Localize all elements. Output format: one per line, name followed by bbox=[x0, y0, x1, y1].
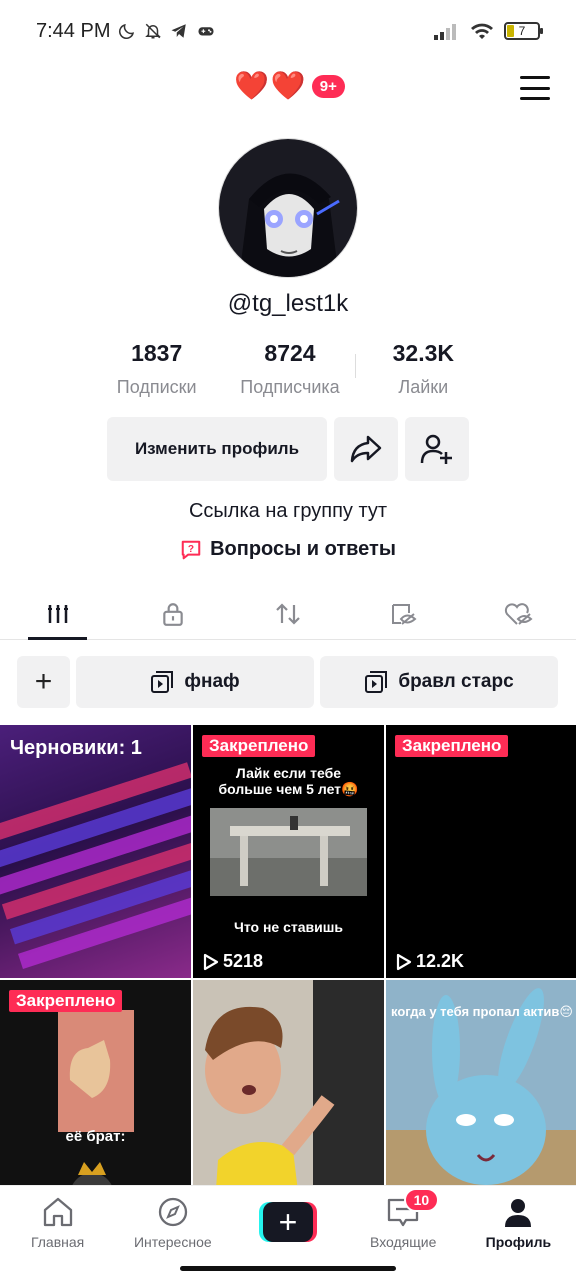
playlist-chip[interactable]: бравл старс bbox=[320, 656, 558, 708]
add-friend-button[interactable] bbox=[405, 417, 469, 481]
status-time: 7:44 PM bbox=[36, 19, 111, 42]
tab-liked[interactable] bbox=[461, 588, 576, 639]
view-count-value: 5218 bbox=[223, 951, 264, 971]
battery-icon: 7 bbox=[504, 22, 543, 40]
playlists-row: + фнаф бравл старс bbox=[17, 656, 558, 708]
home-indicator bbox=[180, 1266, 396, 1271]
playlist-icon bbox=[365, 671, 388, 693]
svg-text:?: ? bbox=[188, 543, 194, 554]
stat-likes[interactable]: 32.3K Лайки bbox=[357, 340, 490, 398]
tab-videos[interactable] bbox=[0, 588, 115, 640]
playlist-label: бравл старс bbox=[398, 671, 514, 692]
video-thumbnail bbox=[210, 808, 367, 896]
repost-icon bbox=[276, 602, 300, 625]
home-icon bbox=[43, 1197, 72, 1227]
qa-label: Вопросы и ответы bbox=[210, 538, 396, 560]
nav-home[interactable]: Главная bbox=[0, 1186, 115, 1280]
video-caption: когда у тебя пропал актив😔 bbox=[391, 1004, 573, 1019]
hearts-badge: 9+ bbox=[311, 74, 345, 98]
mute-bell-icon bbox=[145, 23, 162, 39]
username: @tg_lest1k bbox=[227, 290, 349, 317]
avatar[interactable] bbox=[218, 138, 358, 278]
video-tile[interactable]: Закреплено Лайк если тебе больше чем 5 л… bbox=[193, 725, 384, 978]
playlist-icon bbox=[151, 671, 174, 693]
view-count: 5218 bbox=[203, 951, 263, 972]
stat-followers[interactable]: 8724 Подписчика bbox=[223, 340, 356, 398]
create-button[interactable]: + bbox=[259, 1202, 317, 1242]
profile-header: ❤️ ❤️ 9+ bbox=[0, 62, 576, 114]
tab-hidden[interactable] bbox=[346, 588, 461, 639]
nav-discover-label: Интересное bbox=[133, 1234, 212, 1250]
status-bar: 7:44 PM 7 bbox=[0, 0, 576, 62]
view-count-value: 12.2K bbox=[416, 951, 465, 971]
playlist-label: фнаф bbox=[184, 671, 240, 692]
pinned-badge: Закреплено bbox=[395, 735, 509, 757]
moon-icon bbox=[119, 23, 135, 39]
video-caption: Лайк если тебе больше чем 5 лет🤬 bbox=[218, 765, 359, 797]
videos-grid-icon bbox=[47, 604, 68, 623]
profile-actions: Изменить профиль bbox=[107, 417, 469, 481]
stat-followers-label: Подписчика bbox=[240, 377, 340, 397]
tab-reposts[interactable] bbox=[230, 588, 345, 639]
stat-following[interactable]: 1837 Подписки bbox=[90, 340, 223, 398]
add-playlist-button[interactable]: + bbox=[17, 656, 70, 708]
bio-text: Ссылка на группу тут bbox=[188, 500, 388, 522]
stat-following-label: Подписки bbox=[116, 377, 197, 397]
stat-following-count: 1837 bbox=[131, 340, 183, 366]
telegram-icon bbox=[171, 24, 187, 38]
nav-profile-label: Профиль bbox=[485, 1234, 552, 1250]
stat-followers-count: 8724 bbox=[264, 340, 316, 366]
profile-icon bbox=[505, 1199, 532, 1227]
drafts-tile[interactable]: Черновики: 1 bbox=[0, 725, 191, 978]
signal-icon bbox=[434, 24, 456, 40]
share-arrow-icon bbox=[350, 435, 382, 463]
pinned-badge: Закреплено bbox=[202, 735, 316, 757]
nav-profile[interactable]: Профиль bbox=[461, 1186, 576, 1280]
inbox-badge: 10 bbox=[403, 1188, 440, 1212]
nav-home-label: Главная bbox=[30, 1234, 85, 1250]
drafts-label: Черновики: 1 bbox=[10, 737, 142, 759]
video-caption-bottom: Что не ставишь bbox=[234, 919, 343, 935]
video-grid: Черновики: 1 Закреплено Лайк если тебе б… bbox=[0, 725, 576, 1233]
stat-divider bbox=[355, 354, 356, 378]
share-profile-button[interactable] bbox=[334, 417, 398, 481]
video-tile[interactable]: Закреплено 12.2K bbox=[386, 725, 576, 978]
profile-tabs bbox=[0, 588, 576, 640]
question-bubble-icon: ? bbox=[181, 540, 201, 559]
view-count: 12.2K bbox=[396, 951, 464, 972]
play-icon bbox=[396, 953, 412, 970]
gamepad-icon bbox=[198, 27, 214, 36]
menu-icon[interactable] bbox=[520, 76, 550, 100]
heart-icon: ❤️ bbox=[234, 70, 269, 101]
stat-likes-count: 32.3K bbox=[392, 340, 454, 366]
play-icon bbox=[203, 953, 219, 970]
lock-icon bbox=[163, 602, 183, 626]
tab-private[interactable] bbox=[115, 588, 230, 639]
playlist-chip[interactable]: фнаф bbox=[76, 656, 314, 708]
wifi-icon bbox=[471, 23, 493, 39]
drafts-thumbnail bbox=[0, 762, 191, 970]
add-user-icon bbox=[420, 434, 452, 464]
profile-stats: 1837 Подписки 8724 Подписчика 32.3K Лайк… bbox=[90, 340, 490, 398]
video-caption: её брат: bbox=[65, 1128, 126, 1145]
liked-heart-icon bbox=[505, 602, 533, 625]
hearts-indicator[interactable]: ❤️ ❤️ 9+ bbox=[234, 72, 345, 100]
compass-icon bbox=[158, 1197, 187, 1227]
edit-profile-button[interactable]: Изменить профиль bbox=[107, 417, 327, 481]
stat-likes-label: Лайки bbox=[398, 377, 449, 397]
nav-inbox-label: Входящие bbox=[370, 1234, 437, 1250]
plus-icon: + bbox=[263, 1202, 313, 1242]
heart-icon: ❤️ bbox=[270, 70, 306, 101]
pinned-badge: Закреплено bbox=[9, 990, 123, 1012]
hidden-eye-icon bbox=[392, 603, 417, 625]
qa-link[interactable]: ? Вопросы и ответы bbox=[0, 538, 576, 561]
